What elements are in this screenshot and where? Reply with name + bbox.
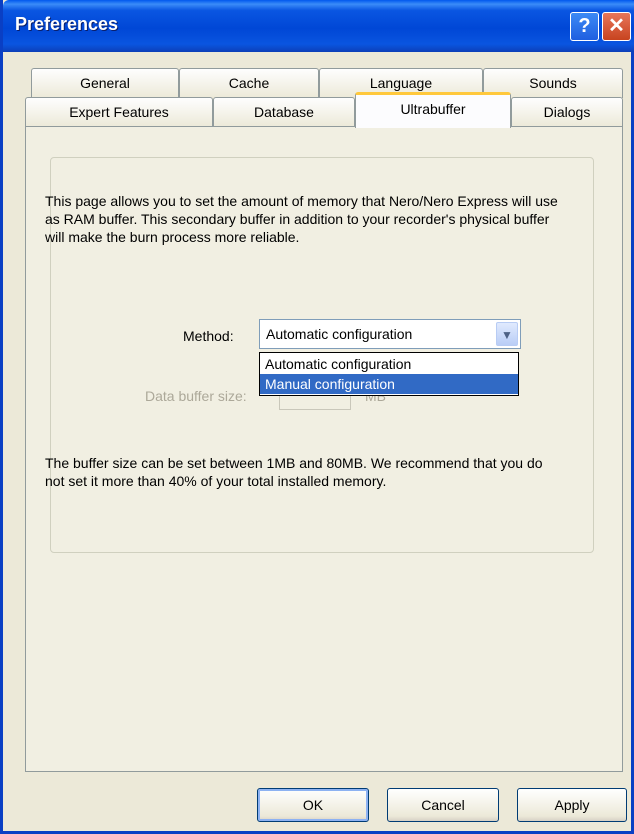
method-selected-value: Automatic configuration — [266, 326, 413, 342]
help-icon: ? — [578, 15, 591, 37]
tab-expert-features[interactable]: Expert Features — [25, 97, 213, 127]
tab-general[interactable]: General — [31, 68, 179, 98]
method-dropdown-list: Automatic configuration Manual configura… — [259, 352, 519, 396]
option-automatic-configuration[interactable]: Automatic configuration — [260, 354, 518, 374]
tab-cache[interactable]: Cache — [179, 68, 319, 98]
tab-database[interactable]: Database — [213, 97, 355, 127]
close-button[interactable]: ✕ — [602, 12, 631, 41]
title-bar[interactable]: Preferences ? ✕ — [3, 0, 634, 52]
option-manual-configuration[interactable]: Manual configuration — [260, 374, 518, 394]
chevron-down-icon[interactable]: ▼ — [496, 322, 518, 346]
preferences-window: Preferences ? ✕ General Cache Language S… — [0, 0, 634, 834]
cancel-button[interactable]: Cancel — [387, 788, 499, 822]
ultrabuffer-panel — [25, 126, 623, 772]
ok-button[interactable]: OK — [257, 788, 369, 822]
tab-ultrabuffer[interactable]: Ultrabuffer — [355, 92, 511, 128]
help-button[interactable]: ? — [570, 12, 599, 41]
tab-dialogs[interactable]: Dialogs — [511, 97, 623, 127]
window-title: Preferences — [15, 14, 119, 34]
close-icon: ✕ — [608, 15, 625, 37]
method-combobox[interactable]: Automatic configuration ▼ — [259, 319, 521, 349]
apply-button[interactable]: Apply — [517, 788, 627, 822]
